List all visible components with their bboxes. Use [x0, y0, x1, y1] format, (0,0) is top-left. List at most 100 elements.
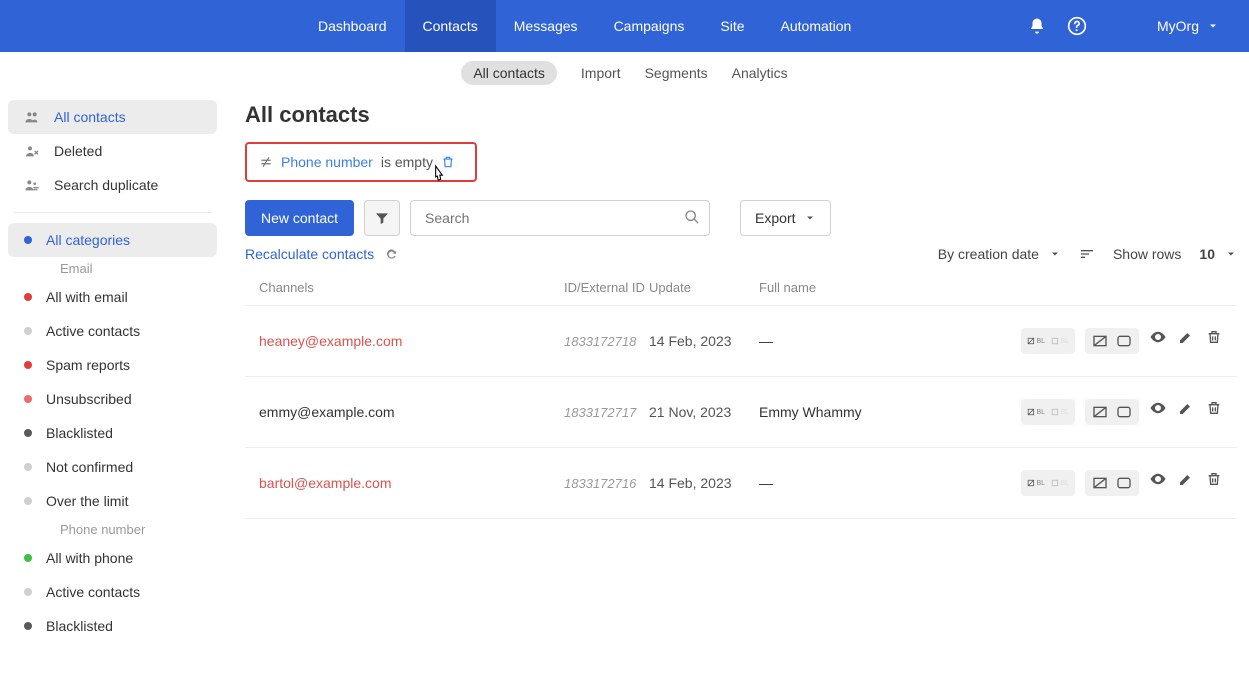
sidebar-active-contacts[interactable]: Active contacts — [0, 314, 225, 348]
add-to-blacklist-icon[interactable]: BL — [1051, 332, 1069, 350]
sidebar-over-the-limit[interactable]: Over the limit — [0, 484, 225, 518]
org-switcher[interactable]: MyOrg — [1157, 18, 1249, 34]
nav-automation[interactable]: Automation — [763, 0, 870, 52]
sidebar-spam-reports[interactable]: Spam reports — [0, 348, 225, 382]
sidebar-deleted[interactable]: Deleted — [0, 134, 225, 168]
filter-button[interactable] — [364, 200, 400, 236]
remove-from-blacklist-icon[interactable]: BL — [1027, 332, 1045, 350]
view-icon[interactable] — [1149, 399, 1167, 417]
top-navigation: DashboardContactsMessagesCampaignsSiteAu… — [0, 0, 1249, 52]
sidebar-not-confirmed[interactable]: Not confirmed — [0, 450, 225, 484]
cell-id: 1833172718 — [564, 334, 649, 349]
table-header: Channels ID/External ID Update Full name — [245, 270, 1237, 306]
help-icon[interactable] — [1057, 16, 1097, 36]
new-contact-button[interactable]: New contact — [245, 200, 354, 236]
status-dot — [24, 622, 32, 630]
active-filter-chip[interactable]: Phone number is empty — [245, 142, 477, 182]
subscribe-icon[interactable] — [1115, 403, 1133, 421]
unsubscribe-icon[interactable] — [1091, 474, 1109, 492]
nav-messages[interactable]: Messages — [496, 0, 596, 52]
cell-email[interactable]: bartol@example.com — [259, 475, 564, 491]
search-wrap — [410, 200, 710, 236]
add-to-blacklist-icon[interactable]: BL — [1051, 474, 1069, 492]
sort-dropdown[interactable]: By creation date — [938, 246, 1061, 262]
blacklist-actions: BL BL — [1021, 470, 1075, 496]
cell-email[interactable]: heaney@example.com — [259, 333, 564, 349]
subtab-import[interactable]: Import — [581, 65, 621, 81]
notifications-icon[interactable] — [1017, 17, 1057, 35]
sidebar-active-contacts[interactable]: Active contacts — [0, 575, 225, 609]
people-icon — [24, 109, 40, 125]
edit-icon[interactable] — [1177, 399, 1195, 417]
remove-from-blacklist-icon[interactable]: BL — [1027, 474, 1045, 492]
action-bar: New contact Export — [245, 200, 1237, 236]
nav-campaigns[interactable]: Campaigns — [596, 0, 703, 52]
delete-icon[interactable] — [1205, 470, 1223, 488]
add-to-blacklist-icon[interactable]: BL — [1051, 403, 1069, 421]
edit-icon[interactable] — [1177, 328, 1195, 346]
table-row: emmy@example.com183317271721 Nov, 2023Em… — [245, 377, 1237, 448]
status-dot — [24, 327, 32, 335]
filter-field[interactable]: Phone number — [281, 154, 373, 170]
sidebar-all-with-email[interactable]: All with email — [0, 280, 225, 314]
cell-fullname: — — [759, 475, 989, 491]
rows-dropdown[interactable]: 10 — [1199, 246, 1237, 262]
refresh-icon[interactable] — [384, 247, 398, 261]
th-id: ID/External ID — [564, 280, 649, 295]
unsubscribe-icon[interactable] — [1091, 332, 1109, 350]
status-dot — [24, 429, 32, 437]
sidebar-unsubscribed[interactable]: Unsubscribed — [0, 382, 225, 416]
sidebar-all-with-phone[interactable]: All with phone — [0, 541, 225, 575]
recalculate-link[interactable]: Recalculate contacts — [245, 246, 374, 262]
th-channels: Channels — [259, 280, 564, 295]
sidebar-blacklisted[interactable]: Blacklisted — [0, 416, 225, 450]
nav-contacts[interactable]: Contacts — [405, 0, 496, 52]
cell-fullname: — — [759, 333, 989, 349]
cell-id: 1833172716 — [564, 476, 649, 491]
row-actions: BL BL — [989, 470, 1223, 496]
search-icon[interactable] — [684, 209, 700, 225]
sort-direction-icon[interactable] — [1079, 246, 1095, 262]
sidebar-all-contacts[interactable]: All contacts — [8, 100, 217, 134]
cell-email[interactable]: emmy@example.com — [259, 404, 564, 420]
org-name: MyOrg — [1157, 18, 1199, 34]
show-rows-label: Show rows — [1113, 246, 1181, 262]
filter-condition: is empty — [381, 154, 433, 170]
sidebar-blacklisted[interactable]: Blacklisted — [0, 609, 225, 643]
th-fullname: Full name — [759, 280, 989, 295]
settings-people-icon — [24, 177, 40, 193]
edit-icon[interactable] — [1177, 470, 1195, 488]
sidebar-heading: Email — [0, 257, 225, 280]
cell-update: 14 Feb, 2023 — [649, 333, 759, 349]
subscribe-icon[interactable] — [1115, 474, 1133, 492]
subscribe-icon[interactable] — [1115, 332, 1133, 350]
cell-fullname: Emmy Whammy — [759, 404, 989, 420]
person-x-icon — [24, 143, 40, 159]
sidebar-heading: Phone number — [0, 518, 225, 541]
sidebar-all-categories[interactable]: All categories — [8, 223, 217, 257]
search-input[interactable] — [410, 200, 710, 236]
delete-icon[interactable] — [1205, 328, 1223, 346]
cursor-pointer-icon — [429, 164, 449, 188]
view-icon[interactable] — [1149, 470, 1167, 488]
status-dot — [24, 588, 32, 596]
status-dot — [24, 463, 32, 471]
sidebar-search-duplicate[interactable]: Search duplicate — [0, 168, 225, 202]
unsubscribe-icon[interactable] — [1091, 403, 1109, 421]
status-dot — [24, 293, 32, 301]
cell-update: 21 Nov, 2023 — [649, 404, 759, 420]
nav-site[interactable]: Site — [702, 0, 762, 52]
delete-icon[interactable] — [1205, 399, 1223, 417]
subtab-analytics[interactable]: Analytics — [732, 65, 788, 81]
view-icon[interactable] — [1149, 328, 1167, 346]
subscription-actions — [1085, 470, 1139, 496]
chevron-down-icon — [1049, 248, 1061, 260]
export-button[interactable]: Export — [740, 200, 830, 236]
subtab-all-contacts[interactable]: All contacts — [461, 61, 557, 85]
remove-from-blacklist-icon[interactable]: BL — [1027, 403, 1045, 421]
sub-action-bar: Recalculate contacts By creation date Sh… — [245, 246, 1237, 262]
nav-dashboard[interactable]: Dashboard — [300, 0, 405, 52]
subscription-actions — [1085, 399, 1139, 425]
subtab-segments[interactable]: Segments — [645, 65, 708, 81]
blacklist-actions: BL BL — [1021, 399, 1075, 425]
